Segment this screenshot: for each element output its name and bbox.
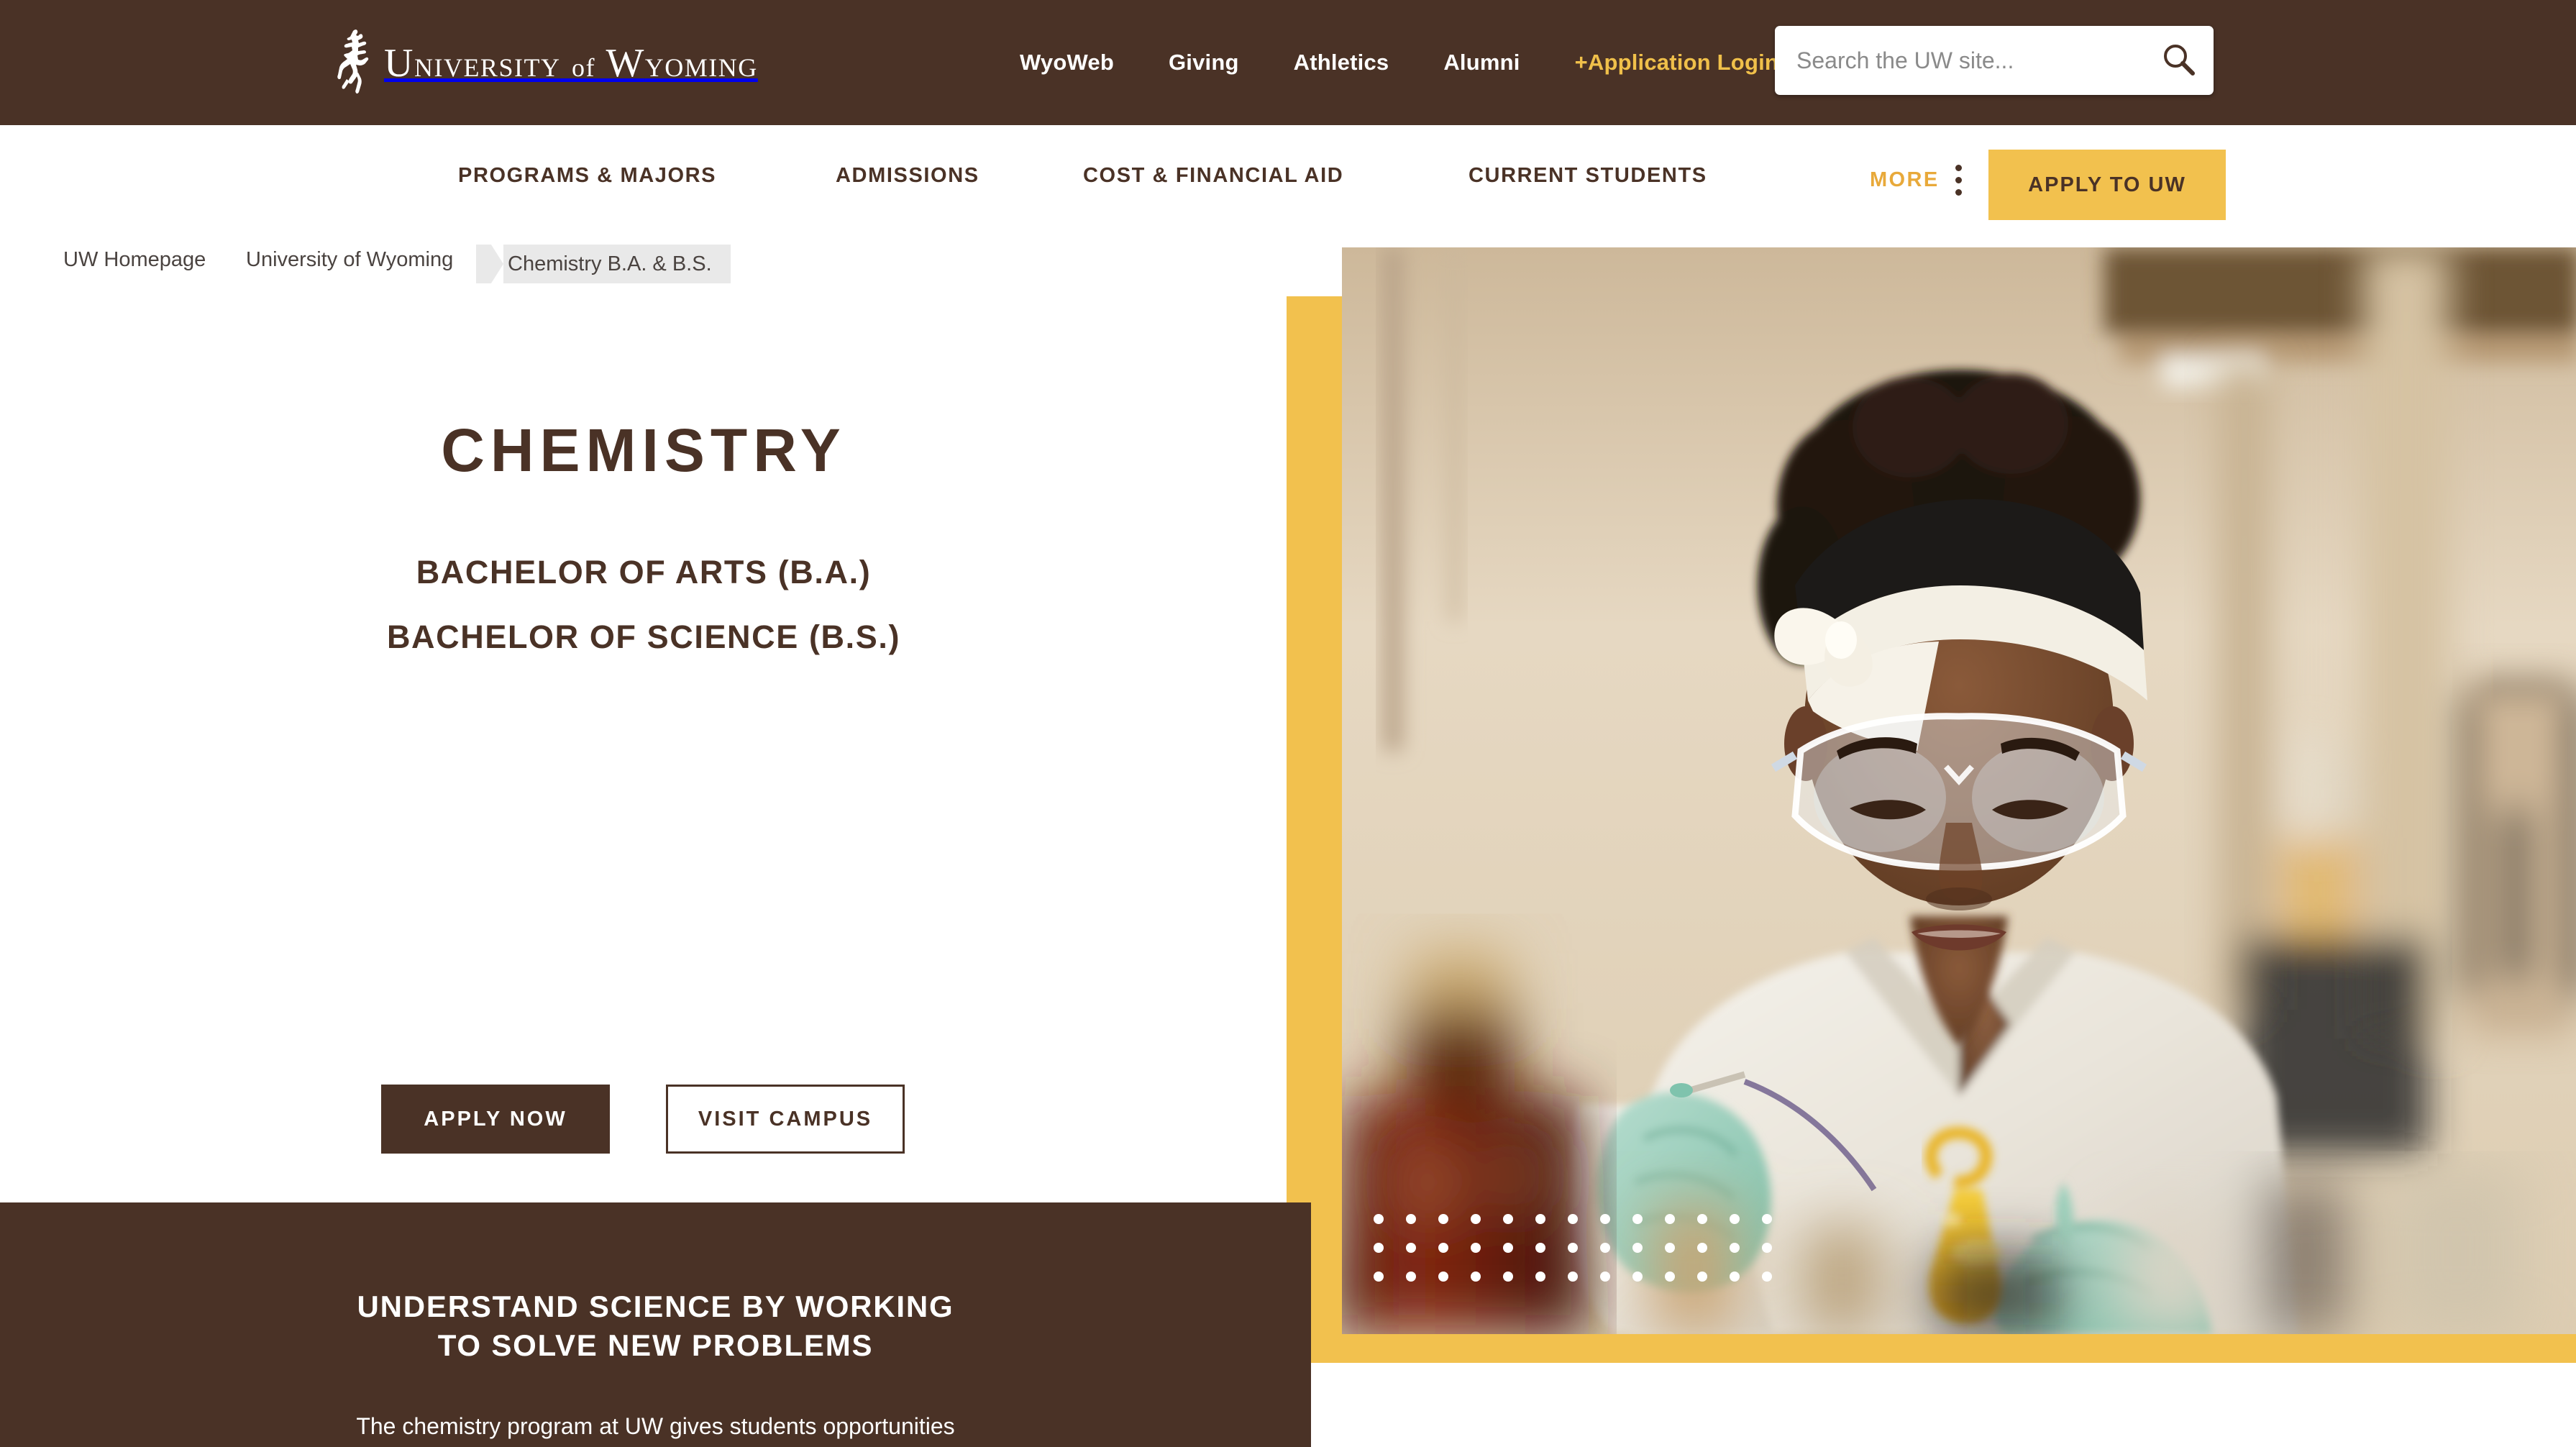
kebab-menu-icon[interactable]	[1952, 162, 1965, 198]
apply-to-uw-button[interactable]: APPLY TO UW	[1988, 150, 2226, 220]
utility-nav-item-application-login[interactable]: +Application Login	[1548, 50, 1806, 76]
utility-nav-item-athletics[interactable]: Athletics	[1266, 50, 1417, 76]
nav-item-cost-financial-aid[interactable]: COST & FINANCIAL AID	[1083, 164, 1343, 188]
visit-campus-button[interactable]: VISIT CAMPUS	[666, 1085, 905, 1154]
section-heading-line2: TO SOLVE NEW PROBLEMS	[437, 1328, 874, 1362]
hero-cta-row: APPLY NOW VISIT CAMPUS	[381, 1085, 905, 1154]
breadcrumb-current-wrap: Chemistry B.A. & B.S.	[476, 245, 731, 283]
more-menu[interactable]: MORE	[1870, 162, 1965, 198]
search-icon	[2160, 41, 2198, 81]
search-input[interactable]	[1775, 26, 2145, 95]
top-utility-bar: UNIVERSITY of WYOMING WyoWeb Giving Athl…	[0, 0, 2576, 125]
nav-item-current-students[interactable]: CURRENT STUDENTS	[1469, 164, 1707, 188]
section-heading-line1: UNDERSTAND SCIENCE BY WORKING	[357, 1289, 954, 1323]
utility-nav-item-wyoweb[interactable]: WyoWeb	[992, 50, 1141, 76]
hero-left-panel: CHEMISTRY BACHELOR OF ARTS (B.A.) BACHEL…	[0, 293, 1342, 1202]
breadcrumb-current: Chemistry B.A. & B.S.	[503, 245, 731, 283]
site-search	[1775, 26, 2214, 95]
utility-nav-item-giving[interactable]: Giving	[1141, 50, 1266, 76]
more-label: MORE	[1870, 168, 1940, 191]
nav-item-programs-majors[interactable]: PROGRAMS & MAJORS	[458, 164, 716, 188]
search-button[interactable]	[2145, 26, 2214, 95]
uw-logo[interactable]: UNIVERSITY of WYOMING	[337, 27, 758, 99]
breadcrumb-chevron-icon	[476, 245, 503, 283]
understand-science-section: UNDERSTAND SCIENCE BY WORKING TO SOLVE N…	[0, 1202, 1311, 1447]
page-root: UNIVERSITY of WYOMING WyoWeb Giving Athl…	[0, 0, 2576, 1447]
section-heading: UNDERSTAND SCIENCE BY WORKING TO SOLVE N…	[0, 1287, 1311, 1365]
bucking-horse-icon	[337, 28, 374, 99]
utility-nav: WyoWeb Giving Athletics Alumni +Applicat…	[992, 0, 1806, 125]
utility-nav-item-alumni[interactable]: Alumni	[1416, 50, 1547, 76]
apply-now-button[interactable]: APPLY NOW	[381, 1085, 610, 1154]
hero-image	[1342, 247, 2576, 1334]
degree-line-ba: BACHELOR OF ARTS (B.A.)	[416, 554, 872, 590]
degree-line-bs: BACHELOR OF SCIENCE (B.S.)	[386, 618, 901, 655]
section-body-text: The chemistry program at UW gives studen…	[356, 1413, 955, 1439]
page-title: CHEMISTRY	[441, 416, 846, 484]
breadcrumb-item-university-of-wyoming[interactable]: University of Wyoming	[246, 248, 453, 272]
uw-logo-text: UNIVERSITY of WYOMING	[384, 41, 758, 86]
breadcrumb-item-uw-homepage[interactable]: UW Homepage	[63, 248, 206, 272]
nav-item-admissions[interactable]: ADMISSIONS	[836, 164, 979, 188]
